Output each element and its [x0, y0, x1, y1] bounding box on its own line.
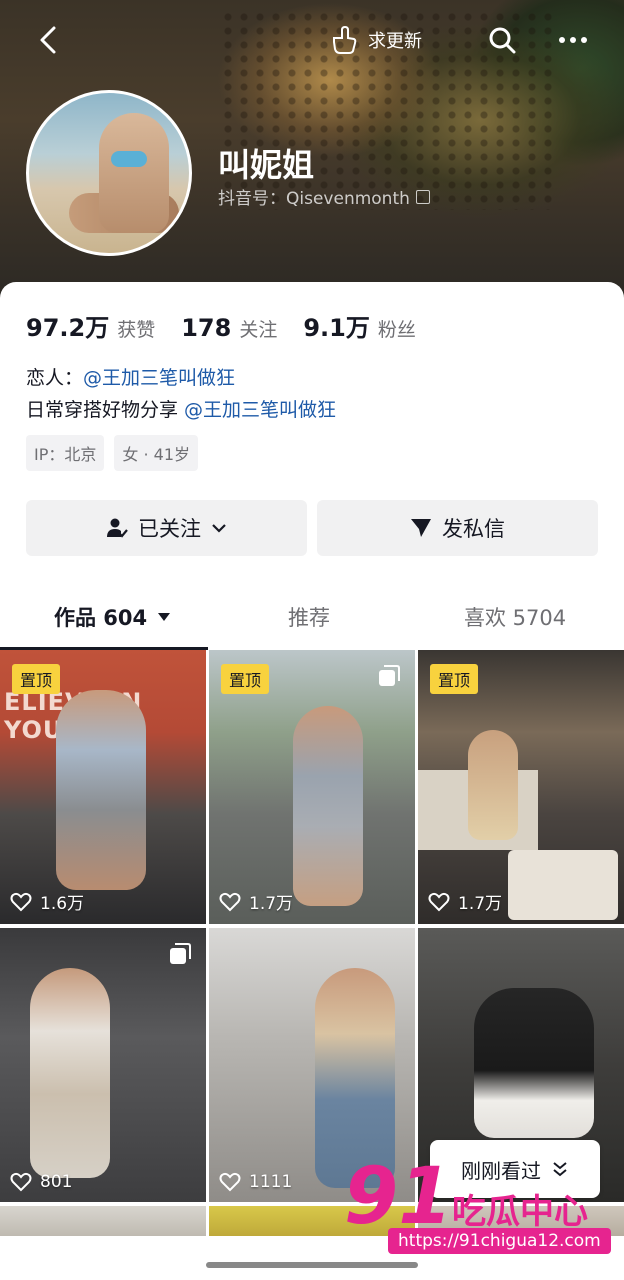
stat-followers[interactable]: 9.1万 粉丝 — [303, 308, 416, 343]
chevron-down-icon — [212, 524, 226, 533]
like-count: 1.7万 — [219, 889, 293, 914]
bio-line-2: 日常穿搭好物分享 @王加三笔叫做狂 — [26, 394, 336, 426]
mention-link[interactable]: @王加三笔叫做狂 — [184, 399, 336, 421]
triangle-down-icon — [158, 613, 171, 621]
watermark-url: https://91chigua12.com — [388, 1228, 611, 1254]
more-dots-icon — [559, 37, 587, 43]
like-count-text: 1.6万 — [40, 894, 85, 914]
more-button[interactable] — [556, 24, 590, 56]
video-tile[interactable]: 置顶 1.7万 — [209, 650, 415, 924]
bio-line-1: 恋人：@王加三笔叫做狂 — [26, 362, 336, 394]
like-count: 1.6万 — [10, 889, 84, 914]
stat-number: 97.2万 — [26, 314, 110, 342]
request-update-label: 求更新 — [368, 31, 422, 52]
douyin-id[interactable]: 抖音号：Qisevenmonth — [218, 184, 430, 209]
heart-icon — [10, 1172, 32, 1192]
mention-link[interactable]: @王加三笔叫做狂 — [83, 367, 235, 389]
message-button[interactable]: 发私信 — [317, 500, 598, 556]
stat-label: 获赞 — [117, 319, 156, 341]
like-count: 801 — [10, 1172, 72, 1192]
tab-likes[interactable]: 喜欢 5704 — [464, 602, 566, 632]
video-tile[interactable] — [0, 1206, 206, 1236]
stat-number: 9.1万 — [303, 314, 370, 342]
ip-tag: IP：北京 — [26, 435, 105, 471]
tab-works[interactable]: 作品 604 — [54, 602, 171, 632]
send-icon — [411, 519, 431, 537]
heart-icon — [219, 1172, 241, 1192]
pinned-badge: 置顶 — [12, 664, 61, 694]
multi-image-icon — [170, 943, 191, 964]
bio-text: 日常穿搭好物分享 — [26, 399, 185, 421]
heart-icon — [10, 892, 32, 911]
like-count: 1.7万 — [428, 889, 502, 914]
like-count-text: 1.7万 — [458, 894, 503, 914]
avatar[interactable] — [26, 90, 192, 256]
content-tabs: 作品 604 推荐 喜欢 5704 — [0, 590, 624, 650]
tab-works-label: 作品 604 — [54, 606, 148, 630]
request-update-button[interactable]: 求更新 — [328, 22, 422, 58]
stat-number: 178 — [181, 314, 232, 342]
bio: 恋人：@王加三笔叫做狂 日常穿搭好物分享 @王加三笔叫做狂 — [26, 362, 336, 426]
video-tile[interactable]: 801 — [0, 928, 206, 1202]
watermark-logo: 91 吃瓜中心 https://91chigua12.com — [344, 1152, 611, 1262]
user-check-icon — [107, 518, 128, 538]
gender-age-tag: 女 · 41岁 — [114, 435, 198, 471]
stat-label: 粉丝 — [377, 319, 416, 341]
back-button[interactable] — [36, 22, 66, 58]
like-count: 1111 — [219, 1172, 292, 1192]
chevron-left-icon — [40, 26, 56, 54]
pinned-badge: 置顶 — [430, 664, 479, 694]
home-indicator[interactable] — [206, 1262, 418, 1268]
tab-recommend[interactable]: 推荐 — [288, 602, 330, 632]
like-count-text: 1.7万 — [249, 894, 294, 914]
heart-icon — [428, 892, 450, 911]
video-tile[interactable]: ELIEVE IN YOU 置顶 1.6万 — [0, 650, 206, 924]
douyin-id-text: 抖音号：Qisevenmonth — [218, 189, 410, 209]
search-button[interactable] — [486, 24, 518, 56]
pointing-hand-icon — [333, 25, 357, 54]
stat-label: 关注 — [239, 319, 278, 341]
bio-text: 恋人： — [26, 367, 84, 389]
like-count-text: 1111 — [249, 1172, 293, 1192]
video-tile[interactable]: 置顶 1.7万 — [418, 650, 624, 924]
stat-following[interactable]: 178 关注 — [181, 314, 277, 342]
profile-tags: IP：北京 女 · 41岁 — [26, 435, 198, 471]
top-bar: 求更新 — [0, 18, 624, 62]
profile-name: 叫妮姐 — [218, 146, 315, 184]
stats-row: 97.2万 获赞 178 关注 9.1万 粉丝 — [26, 308, 442, 343]
followed-button[interactable]: 已关注 — [26, 500, 307, 556]
pinned-badge: 置顶 — [221, 664, 270, 694]
stat-likes[interactable]: 97.2万 获赞 — [26, 308, 155, 343]
multi-image-icon — [379, 665, 400, 686]
message-label: 发私信 — [442, 517, 505, 541]
followed-label: 已关注 — [138, 517, 201, 541]
heart-icon — [219, 892, 241, 911]
copy-icon[interactable] — [415, 189, 430, 204]
watermark-text: 吃瓜中心 — [452, 1192, 588, 1232]
like-count-text: 801 — [40, 1172, 73, 1192]
search-icon — [489, 27, 516, 54]
